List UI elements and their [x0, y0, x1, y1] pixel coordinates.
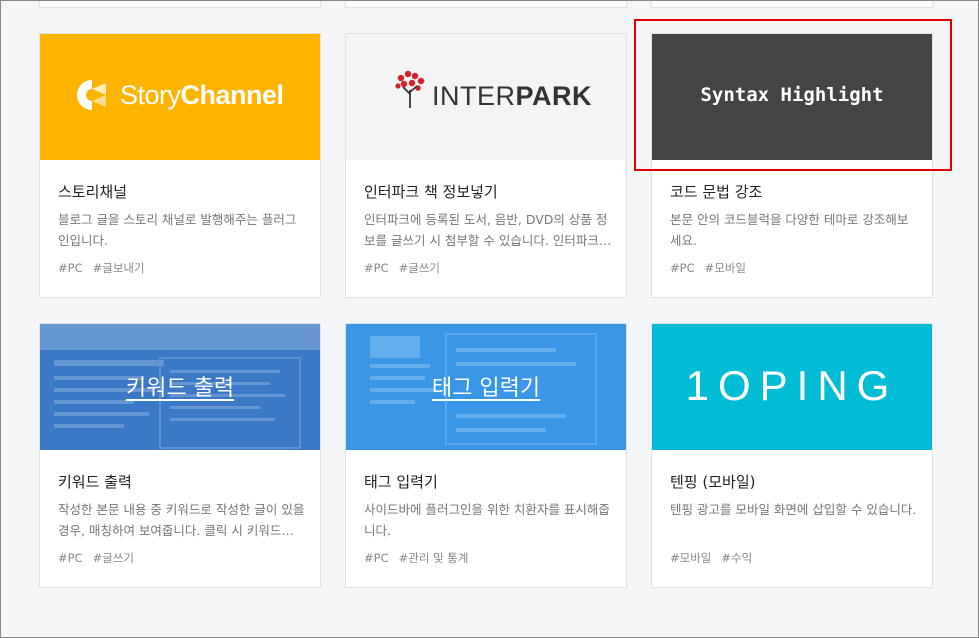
plugin-thumbnail[interactable]: 1OPING	[652, 324, 932, 450]
plugin-description: 본문 안의 코드블럭을 다양한 테마로 강조해보세요.	[670, 212, 909, 248]
tag[interactable]: #글쓰기	[93, 551, 134, 565]
tenping-logo: 1OPING	[685, 362, 899, 409]
previous-card-bottom	[651, 0, 933, 8]
tag[interactable]: #수익	[721, 551, 752, 565]
plugin-title[interactable]: 태그 입력기	[364, 472, 612, 492]
plugin-tags: #PC #글쓰기	[364, 260, 450, 276]
tag[interactable]: #글보내기	[93, 261, 145, 275]
interpark-logo: INTERPARK	[394, 70, 592, 110]
storychannel-icon	[77, 80, 106, 110]
tag[interactable]: #PC	[364, 551, 389, 565]
plugin-description: 텐핑 광고를 모바일 화면에 삽입할 수 있습니다.	[670, 502, 917, 517]
highlight-box	[634, 19, 952, 171]
tag[interactable]: #PC	[58, 261, 83, 275]
tree-icon	[395, 70, 425, 108]
plugin-tags: #PC #관리 및 통계	[364, 550, 478, 566]
thumbnail-label: 태그 입력기	[431, 376, 541, 401]
tag[interactable]: #PC	[58, 551, 83, 565]
plugin-card-storychannel[interactable]: StoryChannel 스토리채널 블로그 글을 스토리 채널로 발행해주는 …	[39, 33, 321, 298]
tag[interactable]: #모바일	[705, 261, 746, 275]
plugin-tags: #PC #글쓰기	[58, 550, 144, 566]
previous-card-bottom	[39, 0, 321, 8]
plugin-title[interactable]: 스토리채널	[58, 182, 306, 202]
plugin-description: 작성한 본문 내용 중 키워드로 작성한 글이 있을 경우, 매칭하여 보여줍니…	[58, 502, 305, 538]
plugin-card-tag-input[interactable]: 태그 입력기 태그 입력기 사이드바에 플러그인을 위한 치환자를 표시해줍니다…	[345, 323, 627, 588]
plugin-tags: #PC #모바일	[670, 260, 756, 276]
plugin-title[interactable]: 인터파크 책 정보넣기	[364, 182, 612, 202]
tag[interactable]: #PC	[670, 261, 695, 275]
tag[interactable]: #모바일	[670, 551, 711, 565]
plugin-title[interactable]: 키워드 출력	[58, 472, 306, 492]
plugin-description: 인터파크에 등록된 도서, 음반, DVD의 상품 정보를 글쓰기 시 첨부할 …	[364, 212, 612, 248]
plugin-thumbnail[interactable]: StoryChannel	[40, 34, 320, 160]
plugin-tags: #모바일 #수익	[670, 550, 762, 566]
plugin-description: 블로그 글을 스토리 채널로 발행해주는 플러그인입니다.	[58, 212, 297, 248]
plugin-title[interactable]: 코드 문법 강조	[670, 182, 918, 202]
plugin-thumbnail[interactable]: INTERPARK	[346, 34, 626, 160]
tag[interactable]: #PC	[364, 261, 389, 275]
plugin-tags: #PC #글보내기	[58, 260, 155, 276]
previous-card-bottom	[345, 0, 627, 8]
plugin-card-interpark[interactable]: INTERPARK 인터파크 책 정보넣기 인터파크에 등록된 도서, 음반, …	[345, 33, 627, 298]
plugin-description: 사이드바에 플러그인을 위한 치환자를 표시해줍니다.	[364, 502, 610, 538]
plugin-card-keyword[interactable]: 키워드 출력 키워드 출력 작성한 본문 내용 중 키워드로 작성한 글이 있을…	[39, 323, 321, 588]
plugin-thumbnail[interactable]: 태그 입력기	[346, 324, 626, 450]
tag[interactable]: #글쓰기	[399, 261, 440, 275]
plugin-card-tenping[interactable]: 1OPING 텐핑 (모바일) 텐핑 광고를 모바일 화면에 삽입할 수 있습니…	[651, 323, 933, 588]
tag[interactable]: #관리 및 통계	[399, 551, 469, 565]
thumbnail-label: 키워드 출력	[125, 376, 235, 401]
storychannel-logo: StoryChannel	[76, 79, 284, 111]
plugin-thumbnail[interactable]: 키워드 출력	[40, 324, 320, 450]
plugin-title[interactable]: 텐핑 (모바일)	[670, 472, 918, 492]
